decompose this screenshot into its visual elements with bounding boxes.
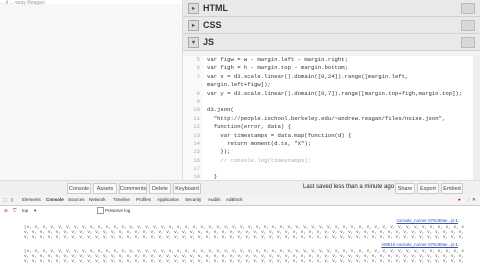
code-line[interactable]: }); xyxy=(207,148,473,156)
bottom-toolbar: Console Assets Comments Delete Keyboard … xyxy=(0,180,480,196)
line-number: 17 xyxy=(193,165,200,173)
line-number-gutter: 5 6 7 8 9 10 11 12 13 14 15 16 17 18 xyxy=(183,56,203,180)
chevron-right-icon[interactable]: ▸ xyxy=(188,19,199,31)
delete-button[interactable]: Delete xyxy=(149,183,171,194)
panel-toggle-button[interactable] xyxy=(461,19,475,31)
line-number: 7 xyxy=(196,72,200,80)
tab-security[interactable]: Security xyxy=(185,197,201,202)
code-area[interactable]: var figw = w - margin.left - margin.righ… xyxy=(207,56,473,182)
line-number: 11 xyxy=(193,114,200,122)
embed-button[interactable]: Embed xyxy=(441,183,463,194)
tab-audits[interactable]: Audits xyxy=(208,197,221,202)
code-line[interactable] xyxy=(207,98,473,106)
html-panel-label: HTML xyxy=(203,3,228,13)
tab-elements[interactable]: Elements xyxy=(22,197,41,202)
line-number: 9 xyxy=(196,97,200,105)
close-icon[interactable]: ✕ xyxy=(472,197,476,203)
code-line[interactable]: return moment(d.ts, "X"); xyxy=(207,140,473,148)
inspect-icon[interactable]: ⬚ xyxy=(3,197,7,203)
js-panel-header[interactable]: ▾ JS xyxy=(183,34,480,51)
line-number: 13 xyxy=(193,131,200,139)
preserve-log-checkbox[interactable] xyxy=(97,207,104,214)
devtools-tabbar: ⬚ ▯ Elements Console Sources Network Tim… xyxy=(0,195,480,206)
tab-adblock[interactable]: AdBlock xyxy=(226,197,243,202)
line-number: 12 xyxy=(193,123,200,131)
js-panel-label: JS xyxy=(203,37,215,47)
line-number: 6 xyxy=(196,64,200,72)
panel-toggle-button[interactable] xyxy=(461,36,475,48)
js-code-editor[interactable]: 5 6 7 8 9 10 11 12 13 14 15 16 17 18 var figw = w - m… xyxy=(183,56,473,180)
code-line[interactable]: "http://people.ischool.berkeley.edu/~and… xyxy=(207,115,473,123)
tab-console[interactable]: Console xyxy=(46,197,64,202)
clear-console-icon[interactable]: ⊘ xyxy=(4,208,8,214)
line-number: 8 xyxy=(196,89,200,97)
line-number: 5 xyxy=(196,56,200,63)
console-button[interactable]: Console xyxy=(67,183,91,194)
html-panel-header[interactable]: ▸ HTML xyxy=(183,0,480,17)
source-link[interactable]: VM516 console_runner-079c80ae...js:1 xyxy=(381,242,458,247)
code-line[interactable] xyxy=(207,165,473,173)
comments-button[interactable]: Comments xyxy=(119,183,147,194)
code-line[interactable]: d3.json( xyxy=(207,106,473,114)
preserve-log-label: Preserve log xyxy=(105,208,131,213)
tab-network[interactable]: Network xyxy=(89,197,106,202)
code-panels: ▸ HTML ▸ CSS ▾ JS 5 6 7 8 9 10 11 12 13 14 15 16 17 1… xyxy=(182,0,480,180)
editor-scrollbar[interactable] xyxy=(473,56,480,180)
tab-application[interactable]: Application xyxy=(157,197,179,202)
tab-sources[interactable]: Sources xyxy=(68,197,85,202)
console-line: v, v, v, v, v, v, v, v, v, v, v, v, v, v… xyxy=(24,259,464,264)
tab-timeline[interactable]: Timeline xyxy=(113,197,130,202)
line-number xyxy=(183,81,203,89)
keyboard-button[interactable]: Keyboard xyxy=(173,183,201,194)
code-line[interactable]: // console.log(timestamps); xyxy=(207,157,473,165)
preview-pane: ... d ... wray Reagan xyxy=(0,0,182,180)
export-button[interactable]: Export xyxy=(417,183,439,194)
context-select[interactable]: top xyxy=(22,208,28,213)
code-line[interactable]: var figh = h - margin.top - margin.botto… xyxy=(207,64,473,72)
code-line[interactable]: var timestamps = data.map(function(d) { xyxy=(207,132,473,140)
share-button[interactable]: Share xyxy=(395,183,415,194)
console-output: console_runner-079c80ae...js:1 [v, v, v,… xyxy=(0,217,480,270)
source-link[interactable]: console_runner-079c80ae...js:1 xyxy=(396,218,458,223)
code-line[interactable]: var figw = w - margin.left - margin.righ… xyxy=(207,56,473,64)
tab-profiles[interactable]: Profiles xyxy=(136,197,151,202)
code-line[interactable]: margin.left+figw]); xyxy=(207,81,473,89)
filter-icon[interactable]: ⛉ xyxy=(13,208,16,213)
preview-text: ... d ... wray Reagan xyxy=(0,0,182,6)
device-icon[interactable]: ▯ xyxy=(11,197,13,203)
chevron-down-icon[interactable]: ▾ xyxy=(188,36,199,48)
code-line[interactable]: function(error, data) { xyxy=(207,123,473,131)
line-number: 14 xyxy=(193,139,200,147)
code-line[interactable]: var y = d3.scale.linear().domain([0,7]).… xyxy=(207,90,473,98)
css-panel-label: CSS xyxy=(203,20,222,30)
console-line: v, v, v, v, v, v, v, v, v, v, v, v, v, v… xyxy=(24,235,464,240)
line-number: 10 xyxy=(193,106,200,114)
error-icon[interactable]: ● xyxy=(458,197,461,202)
line-number: 15 xyxy=(193,148,200,156)
more-icon[interactable]: ⋮ xyxy=(466,197,471,203)
panel-toggle-button[interactable] xyxy=(461,2,475,14)
chevron-right-icon[interactable]: ▸ xyxy=(188,2,199,14)
line-number: 16 xyxy=(193,156,200,164)
assets-button[interactable]: Assets xyxy=(93,183,117,194)
css-panel-header[interactable]: ▸ CSS xyxy=(183,17,480,34)
code-line[interactable]: var x = d3.scale.linear().domain([0,24])… xyxy=(207,73,473,81)
save-status: Last saved less than a minute ago xyxy=(303,184,395,190)
chevron-down-icon[interactable]: ▾ xyxy=(34,208,36,214)
